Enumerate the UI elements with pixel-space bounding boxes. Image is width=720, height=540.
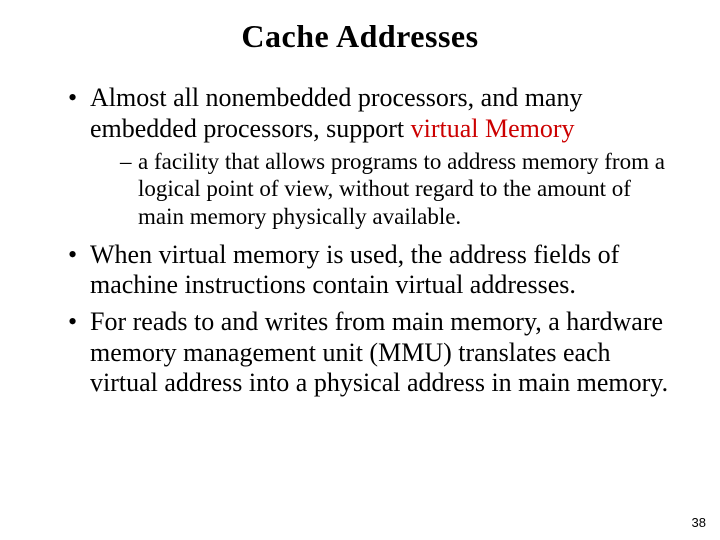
bullet-3: For reads to and writes from main memory…	[68, 307, 680, 399]
bullet-1: Almost all nonembedded processors, and m…	[68, 83, 680, 230]
page-number: 38	[692, 515, 706, 530]
bullet-2: When virtual memory is used, the address…	[68, 240, 680, 301]
bullet-1-sublist: a facility that allows programs to addre…	[90, 148, 680, 229]
bullet-1-sub: a facility that allows programs to addre…	[120, 148, 680, 229]
slide: Cache Addresses Almost all nonembedded p…	[0, 0, 720, 540]
virtual-memory-term: virtual Memory	[411, 114, 575, 143]
slide-title: Cache Addresses	[40, 18, 680, 55]
bullet-list: Almost all nonembedded processors, and m…	[40, 83, 680, 399]
